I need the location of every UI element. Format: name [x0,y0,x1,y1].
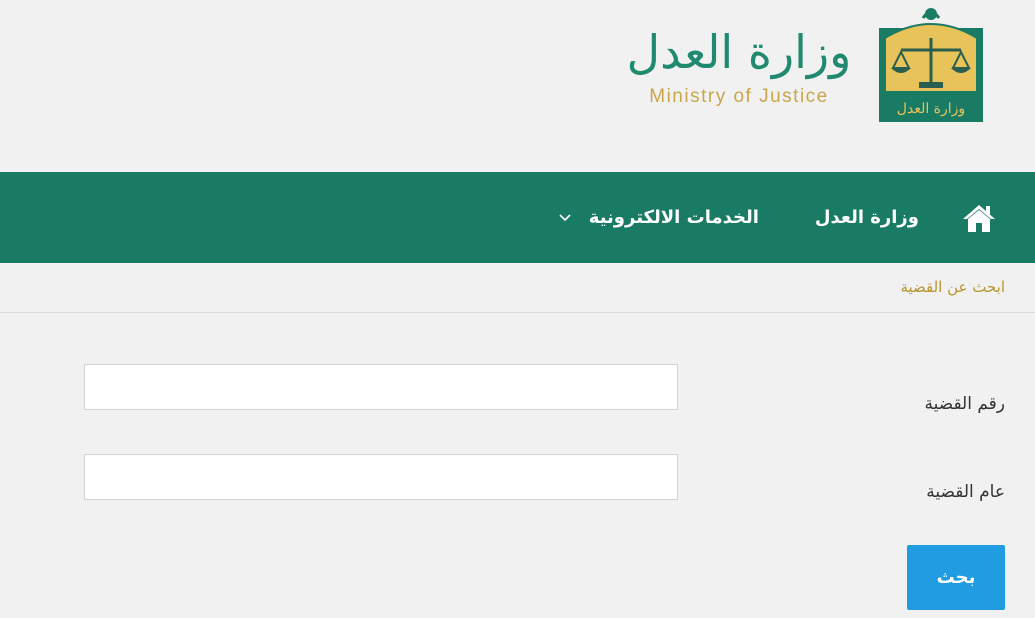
logo-english-name: Ministry of Justice [649,86,829,107]
nav-item-e-services-label: الخدمات الالكترونية [588,207,759,228]
page: وزارة العدل وزارة العدل Ministry of Just… [0,0,1035,618]
main-navbar: وزارة العدل الخدمات الالكترونية [0,172,1035,263]
logo-text: وزارة العدل Ministry of Justice [619,22,859,108]
nav-item-e-services[interactable]: الخدمات الالكترونية [559,207,759,228]
nav-item-ministry-label: وزارة العدل [814,207,919,228]
home-button[interactable] [959,198,999,238]
case-number-label: رقم القضية [924,394,1005,414]
search-button[interactable]: بحث [907,545,1005,610]
case-number-input[interactable] [84,364,678,410]
header: وزارة العدل وزارة العدل Ministry of Just… [0,0,1035,172]
case-year-input[interactable] [84,454,678,500]
breadcrumb: ابحث عن القضية [900,278,1005,296]
nav-item-ministry[interactable]: وزارة العدل [815,207,919,228]
divider [0,312,1035,313]
home-icon [963,204,995,232]
ministry-emblem-icon: وزارة العدل [879,8,983,122]
ministry-logo[interactable]: وزارة العدل وزارة العدل Ministry of Just… [617,4,987,129]
chevron-down-icon [559,211,571,225]
logo-arabic-name: وزارة العدل [626,25,852,79]
case-year-label: عام القضية [926,482,1005,502]
emblem-text: وزارة العدل [897,101,965,117]
